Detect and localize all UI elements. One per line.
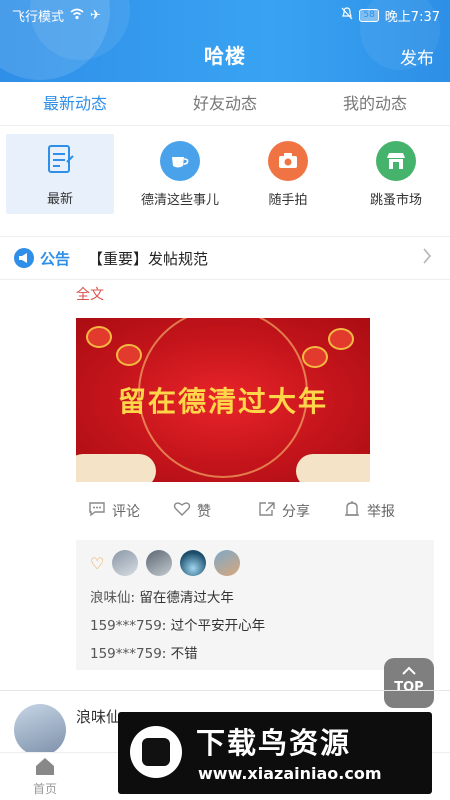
app-screen: 飞行模式 ✈ 58 晚上7:37 哈楼 发布 最新动态 好友动态 我的动态 最新… (0, 0, 450, 800)
heart-icon (173, 501, 191, 521)
lantern-decoration (328, 328, 354, 350)
avatar[interactable] (14, 704, 66, 756)
announcement-bar[interactable]: 公告 【重要】发帖规范 (0, 236, 450, 280)
camera-icon (268, 140, 308, 181)
page-title: 哈楼 (204, 44, 246, 68)
lantern-decoration (86, 326, 112, 348)
post-image[interactable]: 留在德清过大年 (76, 318, 370, 482)
publish-button[interactable]: 发布 (400, 44, 434, 69)
tab-friends-activity[interactable]: 好友动态 (150, 82, 300, 125)
avatar[interactable] (146, 550, 173, 576)
app-header: 飞行模式 ✈ 58 晚上7:37 哈楼 发布 (0, 0, 450, 82)
announcement-text: 【重要】发帖规范 (88, 249, 209, 268)
tab-my-activity[interactable]: 我的动态 (300, 82, 450, 125)
coffee-cup-icon (160, 140, 200, 181)
mute-icon (341, 7, 353, 24)
category-label: 最新 (46, 191, 73, 207)
cloud-decoration (296, 454, 370, 482)
watermark-banner: 下载鸟资源 www.xiazainiao.com (118, 712, 432, 794)
lantern-decoration (116, 344, 142, 366)
clock: 晚上7:37 (384, 10, 440, 25)
post-actions: 评论 赞 分享 举报 (88, 496, 428, 526)
post-divider (0, 690, 450, 691)
comment-separator: : (161, 618, 171, 634)
post-author[interactable]: 浪味仙 (76, 706, 121, 727)
category-label: 跳蚤市场 (369, 192, 422, 208)
watermark-title: 下载鸟资源 (196, 726, 352, 760)
tab-latest-activity[interactable]: 最新动态 (0, 82, 150, 125)
watermark-url: www.xiazainiao.com (198, 764, 382, 783)
comment-text: 过个平安开心年 (170, 618, 266, 634)
home-icon (34, 756, 56, 780)
wifi-icon (70, 8, 84, 24)
report-icon (343, 501, 361, 521)
banner-text: 留在德清过大年 (117, 385, 328, 418)
comment-label: 评论 (112, 504, 140, 520)
airplane-mode-label: 飞行模式 (12, 10, 65, 25)
feed-tabs: 最新动态 好友动态 我的动态 (0, 82, 450, 126)
comment-author[interactable]: 浪味仙 (90, 590, 131, 606)
megaphone-icon (14, 248, 34, 268)
comment-icon (88, 501, 106, 521)
announcement-tag: 公告 (40, 249, 71, 268)
lantern-decoration (302, 346, 328, 368)
liker-avatars: ♡ (90, 548, 420, 578)
back-to-top-button[interactable]: TOP (384, 658, 434, 708)
category-snapshot[interactable]: 随手拍 (234, 130, 342, 218)
report-label: 举报 (367, 504, 395, 520)
comment-text: 留在德清过大年 (139, 590, 234, 606)
comment-item[interactable]: 159***759: 不错 (90, 642, 420, 662)
category-label: 随手拍 (268, 192, 308, 208)
bird-logo-icon (130, 726, 182, 778)
avatar[interactable] (180, 550, 207, 576)
comment-section: ♡ 浪味仙: 留在德清过大年 159***759: 过个平安开心年 159***… (76, 540, 434, 670)
chevron-right-icon (422, 247, 432, 270)
avatar[interactable] (112, 550, 139, 576)
comment-item[interactable]: 浪味仙: 留在德清过大年 (90, 586, 420, 606)
comment-item[interactable]: 159***759: 过个平安开心年 (90, 614, 420, 634)
share-button[interactable]: 分享 (258, 496, 343, 526)
avatar[interactable] (214, 550, 241, 576)
comment-separator: : (161, 646, 171, 662)
category-deqing-news[interactable]: 德清这些事儿 (126, 130, 234, 218)
market-stall-icon (376, 140, 416, 181)
comment-author[interactable]: 159***759 (90, 618, 162, 634)
heart-icon: ♡ (90, 553, 105, 573)
comment-button[interactable]: 评论 (88, 496, 173, 526)
chevron-up-icon (384, 664, 434, 680)
battery-icon: 58 (359, 9, 379, 22)
like-label: 赞 (197, 504, 211, 520)
comment-author[interactable]: 159***759 (90, 646, 162, 662)
category-grid: 最新 德清这些事儿 随手拍 跳蚤市场 (0, 130, 450, 218)
cloud-decoration (76, 454, 156, 482)
share-label: 分享 (282, 504, 310, 520)
category-flea-market[interactable]: 跳蚤市场 (342, 130, 450, 218)
notepad-icon (43, 142, 77, 180)
like-button[interactable]: 赞 (173, 496, 258, 526)
full-text-link[interactable]: 全文 (76, 284, 104, 304)
airplane-icon: ✈ (90, 8, 101, 23)
category-latest[interactable]: 最新 (6, 134, 114, 214)
comment-text: 不错 (170, 646, 198, 662)
nav-home[interactable]: 首页 (0, 753, 90, 800)
back-to-top-label: TOP (394, 680, 424, 695)
share-icon (258, 501, 276, 521)
category-label: 德清这些事儿 (140, 192, 219, 208)
nav-label: 首页 (32, 782, 57, 796)
report-button[interactable]: 举报 (343, 496, 428, 526)
status-bar: 飞行模式 ✈ 58 晚上7:37 (0, 0, 450, 28)
